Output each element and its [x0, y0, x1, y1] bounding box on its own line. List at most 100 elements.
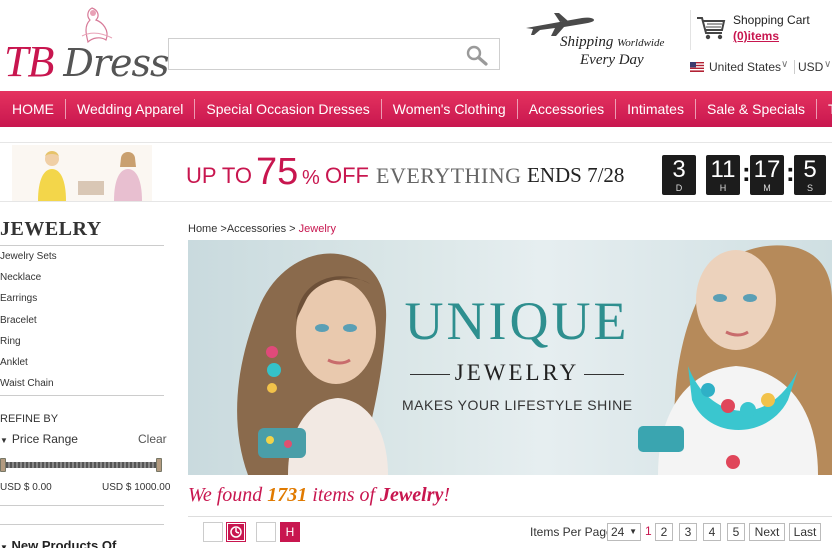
- price-slider-min-handle[interactable]: [0, 458, 6, 472]
- shipping-word: Shipping: [560, 34, 614, 50]
- new-products-label: New Products Of: [11, 538, 117, 548]
- page-link-3[interactable]: 3: [679, 523, 697, 541]
- last-page-button[interactable]: Last: [789, 523, 821, 541]
- results-prefix: We found: [188, 484, 268, 506]
- countdown-seconds-unit: S: [806, 183, 813, 193]
- countdown-minutes-value: 17: [753, 156, 781, 183]
- view-h-button[interactable]: H: [280, 522, 300, 542]
- banner-tagline: MAKES YOUR LIFESTYLE SHINE: [402, 397, 633, 413]
- nav-item-accessories[interactable]: Accessories: [518, 99, 617, 119]
- countdown-days: 3 D: [662, 155, 696, 195]
- sidebar-item-anklet[interactable]: Anklet: [0, 356, 164, 377]
- cart-title[interactable]: Shopping Cart: [733, 13, 810, 27]
- items-per-page-select[interactable]: 24 ▼: [607, 523, 641, 541]
- countdown-days-value: 3: [672, 156, 686, 183]
- banner-rule: [584, 374, 624, 375]
- page-link-5[interactable]: 5: [727, 523, 745, 541]
- triangle-down-icon: ▼: [629, 527, 637, 536]
- chevron-down-icon[interactable]: ∨: [824, 59, 831, 70]
- shopping-cart[interactable]: Shopping Cart (0)items: [690, 10, 830, 50]
- view-compact-button[interactable]: [256, 522, 276, 542]
- price-slider[interactable]: [0, 458, 162, 472]
- page-current: 1: [645, 524, 652, 538]
- listing-toolbar: H Items Per Page 24 ▼ 1 2 3 4 5 Next Last: [188, 516, 832, 548]
- locale-selector[interactable]: United States ∨ USD ∨: [690, 58, 832, 78]
- logo-main: TB: [4, 37, 54, 86]
- price-slider-max-handle[interactable]: [156, 458, 162, 472]
- sidebar-item-jewelry-sets[interactable]: Jewelry Sets: [0, 250, 164, 271]
- promo-off: OFF: [325, 163, 369, 188]
- divider: [0, 245, 164, 246]
- banner-models-image: [237, 245, 832, 475]
- countdown-minutes-unit: M: [763, 183, 771, 193]
- results-middle: items of: [307, 484, 381, 506]
- promo-ends-date: ENDS 7/28: [527, 163, 625, 187]
- country-select[interactable]: United States: [709, 60, 781, 74]
- breadcrumb-current: Jewelry: [298, 223, 336, 235]
- cart-items-link[interactable]: (0)items: [733, 29, 779, 43]
- sidebar-item-necklace[interactable]: Necklace: [0, 271, 164, 292]
- view-grid-button[interactable]: [226, 522, 246, 542]
- countdown-days-unit: D: [675, 183, 683, 193]
- countdown-seconds-value: 5: [803, 156, 817, 183]
- results-summary: We found 1731 items of Jewelry!: [188, 484, 450, 507]
- search-input[interactable]: [168, 38, 500, 70]
- nav-item-womens-clothing[interactable]: Women's Clothing: [382, 99, 518, 119]
- sidebar-item-earrings[interactable]: Earrings: [0, 292, 164, 313]
- divider: [0, 505, 164, 506]
- items-per-page-label: Items Per Page: [530, 525, 613, 539]
- items-per-page-value: 24: [611, 525, 625, 539]
- sidebar-item-bracelet[interactable]: Bracelet: [0, 314, 164, 335]
- page-link-2[interactable]: 2: [655, 523, 673, 541]
- results-suffix: !: [443, 484, 451, 506]
- price-range-toggle[interactable]: ▼ Price Range: [0, 432, 78, 446]
- divider: [0, 524, 164, 525]
- cart-icon[interactable]: [695, 14, 727, 42]
- refine-by-heading: REFINE BY: [0, 413, 59, 425]
- nav-item-special-occasion[interactable]: Special Occasion Dresses: [195, 99, 382, 119]
- currency-select[interactable]: USD: [794, 60, 823, 74]
- banner-subheadline: JEWELRY: [454, 360, 580, 385]
- nav-item-tb-design[interactable]: TB Design: [817, 99, 832, 119]
- nav-item-sale-specials[interactable]: Sale & Specials: [696, 99, 818, 119]
- breadcrumb-accessories[interactable]: Accessories: [227, 223, 286, 235]
- jewelry-banner[interactable]: UNIQUE JEWELRY MAKES YOUR LIFESTYLE SHIN…: [188, 240, 832, 475]
- promo-everything: EVERYTHING: [376, 163, 522, 188]
- chevron-down-icon[interactable]: ∨: [781, 59, 788, 70]
- banner-headline: UNIQUE: [404, 291, 630, 351]
- page-link-4[interactable]: 4: [703, 523, 721, 541]
- nav-item-intimates[interactable]: Intimates: [616, 99, 696, 119]
- promo-percent: 75: [256, 151, 299, 193]
- results-category: Jewelry: [380, 484, 444, 506]
- shipping-worldwide: Shipping Worldwide Every Day: [520, 10, 670, 76]
- price-min-value: USD $ 0.00: [0, 482, 52, 493]
- breadcrumb-home[interactable]: Home: [188, 223, 217, 235]
- worldwide-word: Worldwide: [617, 37, 665, 49]
- page: TB Dress Shipping Worldwide Every Day Sh…: [0, 0, 832, 548]
- countdown-hours: 11 H: [706, 155, 740, 195]
- breadcrumb-sep: >: [217, 223, 227, 235]
- price-range-label: Price Range: [11, 432, 78, 446]
- next-page-button[interactable]: Next: [749, 523, 785, 541]
- category-list: Jewelry Sets Necklace Earrings Bracelet …: [0, 250, 164, 398]
- search-icon[interactable]: [465, 44, 489, 66]
- promo-banner[interactable]: UP TO 75 % OFF EVERYTHING ENDS 7/28 3 D …: [0, 142, 832, 202]
- view-list-button[interactable]: [203, 522, 223, 542]
- promo-models-image: [12, 145, 152, 201]
- price-max-value: USD $ 1000.00: [102, 482, 171, 493]
- nav-item-home[interactable]: HOME: [0, 99, 66, 119]
- nav-item-wedding-apparel[interactable]: Wedding Apparel: [66, 99, 196, 119]
- promo-percent-sign: %: [302, 167, 320, 189]
- sidebar-item-ring[interactable]: Ring: [0, 335, 164, 356]
- shipping-line1: Shipping Worldwide: [560, 34, 664, 51]
- logo[interactable]: TB Dress: [0, 7, 169, 86]
- breadcrumb: Home >Accessories > Jewelry: [188, 223, 336, 235]
- clear-filter-link[interactable]: Clear: [138, 432, 167, 446]
- grid-view-icon: [228, 524, 244, 540]
- logo-text: TB Dress: [4, 36, 169, 87]
- new-products-heading[interactable]: ▼ New Products Of: [0, 538, 116, 548]
- us-flag-icon: [690, 62, 704, 72]
- countdown-minutes: 17 M: [750, 155, 784, 195]
- shipping-line2: Every Day: [580, 52, 644, 68]
- promo-up-to: UP TO: [186, 163, 253, 188]
